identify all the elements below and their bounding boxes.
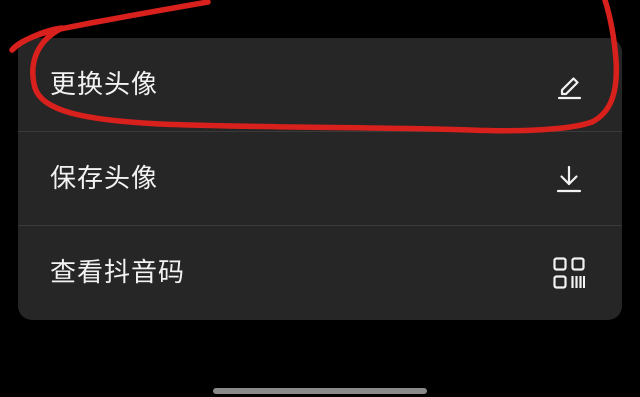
edit-pencil-icon [552,68,586,102]
home-indicator[interactable] [213,388,427,394]
save-avatar-label: 保存头像 [50,164,159,194]
change-avatar-item[interactable]: 更换头像 [18,38,622,132]
view-douyin-code-label: 查看抖音码 [50,258,186,288]
screen: 更换头像 保存头像 查看抖音码 [0,0,640,397]
change-avatar-label: 更换头像 [50,70,159,100]
download-icon [552,162,586,196]
save-avatar-item[interactable]: 保存头像 [18,132,622,226]
view-douyin-code-item[interactable]: 查看抖音码 [18,226,622,320]
qr-code-icon [552,256,586,290]
avatar-action-menu: 更换头像 保存头像 查看抖音码 [18,38,622,320]
